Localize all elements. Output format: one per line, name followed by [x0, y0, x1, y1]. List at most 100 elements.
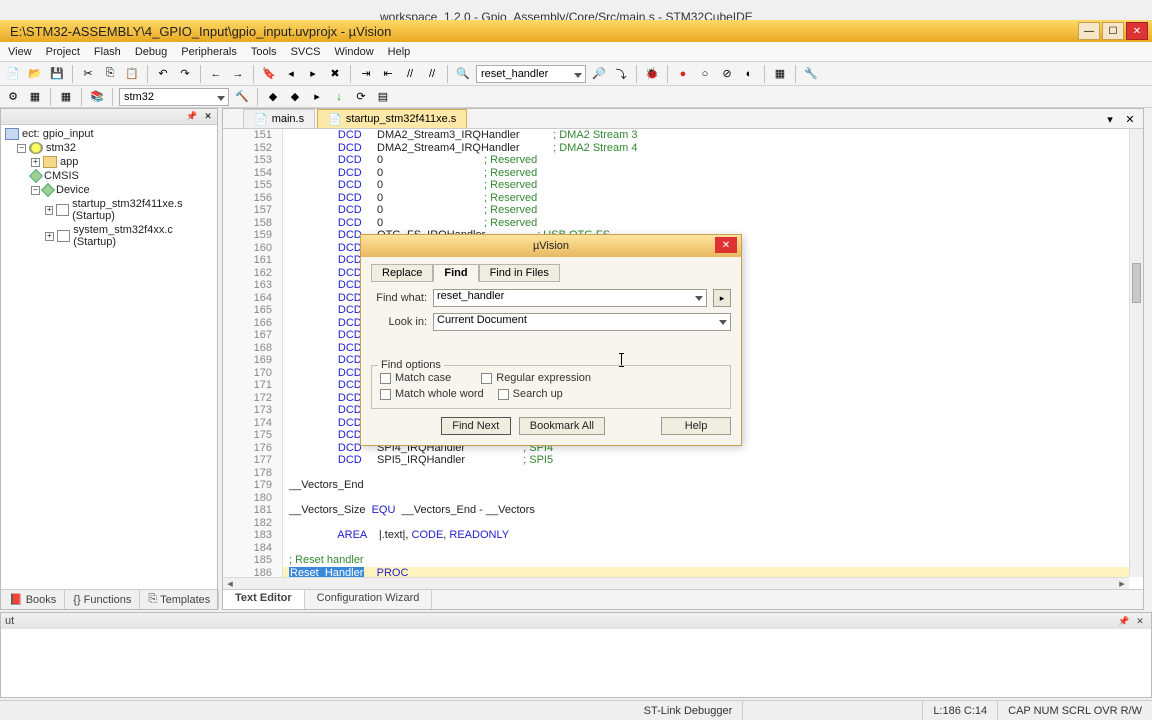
- tab-startup[interactable]: 📄startup_stm32f411xe.s: [317, 109, 467, 128]
- menu-debug[interactable]: Debug: [135, 46, 167, 58]
- expand-icon[interactable]: +: [45, 232, 54, 241]
- tab-findinfiles[interactable]: Find in Files: [479, 264, 560, 282]
- vertical-scrollbar[interactable]: [1129, 129, 1143, 577]
- tree-device[interactable]: −Device: [5, 183, 213, 197]
- output-pin-icon[interactable]: 📌: [1117, 614, 1131, 628]
- help-button[interactable]: Help: [661, 417, 731, 435]
- tab-books[interactable]: 📕Books: [1, 590, 65, 609]
- undo-icon[interactable]: ↶: [154, 65, 172, 83]
- menu-help[interactable]: Help: [388, 46, 411, 58]
- new-icon[interactable]: 📄: [4, 65, 22, 83]
- expand-icon[interactable]: +: [45, 206, 53, 215]
- breakpoint-kill-icon[interactable]: ⊘: [718, 65, 736, 83]
- menu-peripherals[interactable]: Peripherals: [181, 46, 237, 58]
- opt-searchup[interactable]: Search up: [498, 388, 563, 400]
- sidebar-pin-icon[interactable]: 📌: [185, 109, 199, 123]
- build-icon[interactable]: ▦: [26, 88, 44, 106]
- indent-icon[interactable]: ⇥: [357, 65, 375, 83]
- collapse-icon[interactable]: −: [31, 186, 40, 195]
- lookin-select[interactable]: Current Document: [433, 313, 731, 331]
- maximize-button[interactable]: ☐: [1102, 22, 1124, 40]
- menu-project[interactable]: Project: [46, 46, 80, 58]
- tree-app[interactable]: +app: [5, 155, 213, 169]
- download-icon[interactable]: ↓: [330, 88, 348, 106]
- pack-installer-icon[interactable]: ▸: [308, 88, 326, 106]
- outdent-icon[interactable]: ⇤: [379, 65, 397, 83]
- scroll-thumb[interactable]: [1132, 263, 1141, 303]
- collapse-icon[interactable]: −: [17, 144, 26, 153]
- find-options-group: Find options Match case Regular expressi…: [371, 365, 731, 409]
- opt-matchcase[interactable]: Match case: [380, 372, 451, 384]
- bookmark-next-icon[interactable]: ▸: [304, 65, 322, 83]
- output-close-icon[interactable]: ✕: [1133, 614, 1147, 628]
- menu-flash[interactable]: Flash: [94, 46, 121, 58]
- save-icon[interactable]: 💾: [48, 65, 66, 83]
- target-combo[interactable]: stm32: [119, 88, 229, 106]
- component-icon: [41, 183, 55, 197]
- tab-text-editor[interactable]: Text Editor: [223, 590, 305, 609]
- find-next-icon[interactable]: ⤵: [612, 65, 630, 83]
- find-combo[interactable]: reset_handler: [476, 65, 586, 83]
- load-icon[interactable]: ▤: [374, 88, 392, 106]
- bookmark-clear-icon[interactable]: ✖: [326, 65, 344, 83]
- minimize-button[interactable]: —: [1078, 22, 1100, 40]
- tab-close-icon[interactable]: ✕: [1121, 110, 1139, 128]
- menu-tools[interactable]: Tools: [251, 46, 277, 58]
- component-icon: [29, 169, 43, 183]
- tree-cmsis[interactable]: CMSIS: [5, 169, 213, 183]
- breakpoint-enable-icon[interactable]: ◐: [740, 65, 758, 83]
- menu-svcs[interactable]: SVCS: [291, 46, 321, 58]
- opt-regex[interactable]: Regular expression: [481, 372, 591, 384]
- menu-view[interactable]: View: [8, 46, 32, 58]
- copy-icon[interactable]: ⎘: [101, 65, 119, 83]
- findwhat-input[interactable]: reset_handler: [433, 289, 707, 307]
- rebuild-icon[interactable]: ▦: [57, 88, 75, 106]
- erase-icon[interactable]: ⟳: [352, 88, 370, 106]
- expand-icon[interactable]: +: [31, 158, 40, 167]
- open-icon[interactable]: 📂: [26, 65, 44, 83]
- opt-wholeword[interactable]: Match whole word: [380, 388, 484, 400]
- debug-icon[interactable]: 🐞: [643, 65, 661, 83]
- paste-icon[interactable]: 📋: [123, 65, 141, 83]
- bookmark-icon[interactable]: 🔖: [260, 65, 278, 83]
- horizontal-scrollbar[interactable]: ◂▸: [223, 577, 1129, 589]
- options-icon[interactable]: 🔨: [233, 88, 251, 106]
- close-button[interactable]: ✕: [1126, 22, 1148, 40]
- comment-icon[interactable]: //: [401, 65, 419, 83]
- find-icon[interactable]: 🔍: [454, 65, 472, 83]
- tab-functions[interactable]: {}Functions: [65, 590, 140, 609]
- tab-templates[interactable]: ⎘Templates: [140, 590, 219, 609]
- bookmarkall-button[interactable]: Bookmark All: [519, 417, 605, 435]
- translate-icon[interactable]: ⚙: [4, 88, 22, 106]
- find-title-bar[interactable]: µVision ✕: [361, 235, 741, 257]
- batch-icon[interactable]: 📚: [88, 88, 106, 106]
- target-icon: [29, 142, 43, 154]
- findnext-button[interactable]: Find Next: [441, 417, 511, 435]
- tab-main[interactable]: 📄main.s: [243, 109, 315, 128]
- find-close-button[interactable]: ✕: [715, 237, 737, 253]
- tree-project[interactable]: ect: gpio_input: [5, 127, 213, 141]
- tree-startup[interactable]: +startup_stm32f411xe.s (Startup): [5, 197, 213, 223]
- tab-find[interactable]: Find: [433, 264, 478, 282]
- nav-back-icon[interactable]: ←: [207, 65, 225, 83]
- redo-icon[interactable]: ↷: [176, 65, 194, 83]
- cut-icon[interactable]: ✂: [79, 65, 97, 83]
- tab-replace[interactable]: Replace: [371, 264, 433, 282]
- sidebar-close-icon[interactable]: ✕: [201, 109, 215, 123]
- menu-window[interactable]: Window: [335, 46, 374, 58]
- breakpoint-disable-icon[interactable]: ○: [696, 65, 714, 83]
- tab-config-wizard[interactable]: Configuration Wizard: [305, 590, 433, 609]
- uncomment-icon[interactable]: //: [423, 65, 441, 83]
- nav-fwd-icon[interactable]: →: [229, 65, 247, 83]
- findwhat-history-button[interactable]: ▸: [713, 289, 731, 307]
- tree-target[interactable]: −stm32: [5, 141, 213, 155]
- manage-icon[interactable]: ◆: [264, 88, 282, 106]
- config-icon[interactable]: 🔧: [802, 65, 820, 83]
- bookmark-prev-icon[interactable]: ◂: [282, 65, 300, 83]
- tab-dropdown-icon[interactable]: ▾: [1101, 110, 1119, 128]
- find-files-icon[interactable]: 🔎: [590, 65, 608, 83]
- tree-system[interactable]: +system_stm32f4xx.c (Startup): [5, 223, 213, 249]
- manage-rte-icon[interactable]: ◆: [286, 88, 304, 106]
- breakpoint-icon[interactable]: ●: [674, 65, 692, 83]
- window-icon[interactable]: ▦: [771, 65, 789, 83]
